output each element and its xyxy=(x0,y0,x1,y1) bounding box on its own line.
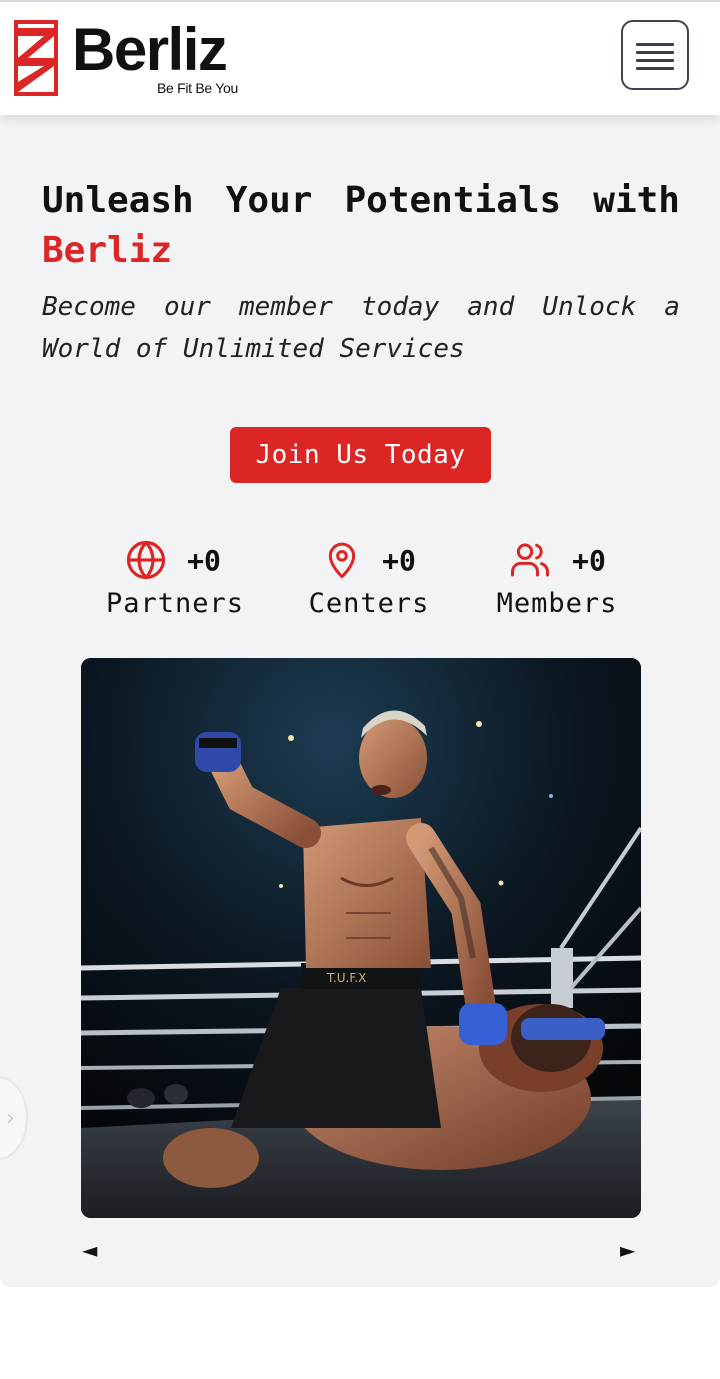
join-us-button[interactable]: Join Us Today xyxy=(230,427,491,483)
carousel-prev-button[interactable]: ◄ xyxy=(82,1238,97,1262)
globe-icon xyxy=(127,540,166,580)
berliz-logo[interactable]: Berliz Be Fit Be You xyxy=(14,16,254,100)
hero-title-line1: Unleash Your Potentials with xyxy=(42,176,680,226)
hamburger-icon xyxy=(636,43,674,75)
partners-count: +0 xyxy=(187,543,221,577)
subtitle-word: a xyxy=(664,292,680,322)
berliz-logo-mark-icon xyxy=(14,20,58,96)
users-icon xyxy=(511,543,550,577)
chevron-right-icon: › xyxy=(6,1106,15,1131)
svg-text:T.U.F.X: T.U.F.X xyxy=(326,971,366,985)
hero-title-word: Unleash xyxy=(42,180,194,221)
logo-wordmark: Berliz xyxy=(72,16,228,83)
hero-title-word: Potentials xyxy=(344,180,562,221)
members-count: +0 xyxy=(572,543,606,577)
subtitle-word: member xyxy=(238,292,333,322)
hero-title: Unleash Your Potentials with Berliz xyxy=(42,176,682,276)
logo-tagline: Be Fit Be You xyxy=(157,80,238,96)
subtitle-word: Unlock xyxy=(542,292,637,322)
subtitle-word: our xyxy=(163,292,211,322)
stat-members: +0 Members xyxy=(496,536,618,619)
mma-fight-photo: T.U.F.X xyxy=(81,658,641,1218)
hero-title-word: with xyxy=(593,180,680,221)
subtitle-word: today xyxy=(360,292,440,322)
stat-partners: +0 Partners xyxy=(106,536,245,619)
centers-label: Centers xyxy=(308,588,430,619)
partners-label: Partners xyxy=(106,588,245,619)
hero-subtitle: Become our member today and Unlock a Wor… xyxy=(42,286,682,370)
hero-subtitle-line1: Become our member today and Unlock a xyxy=(42,286,680,328)
centers-count: +0 xyxy=(382,543,416,577)
menu-toggle-button[interactable] xyxy=(621,20,689,90)
subtitle-word: and xyxy=(467,292,515,322)
hero-subtitle-line2: World of Unlimited Services xyxy=(42,334,465,364)
carousel-next-button[interactable]: ► xyxy=(620,1238,635,1262)
hero-title-brand: Berliz xyxy=(42,230,173,271)
hero-title-word: Your xyxy=(225,180,313,221)
stat-centers: +0 Centers xyxy=(308,536,430,619)
members-label: Members xyxy=(496,588,618,619)
site-header: Berliz Be Fit Be You xyxy=(0,2,720,115)
subtitle-word: Become xyxy=(42,292,136,322)
map-pin-icon xyxy=(328,542,356,579)
carousel-image-mma-fight: T.U.F.X xyxy=(81,658,641,1218)
